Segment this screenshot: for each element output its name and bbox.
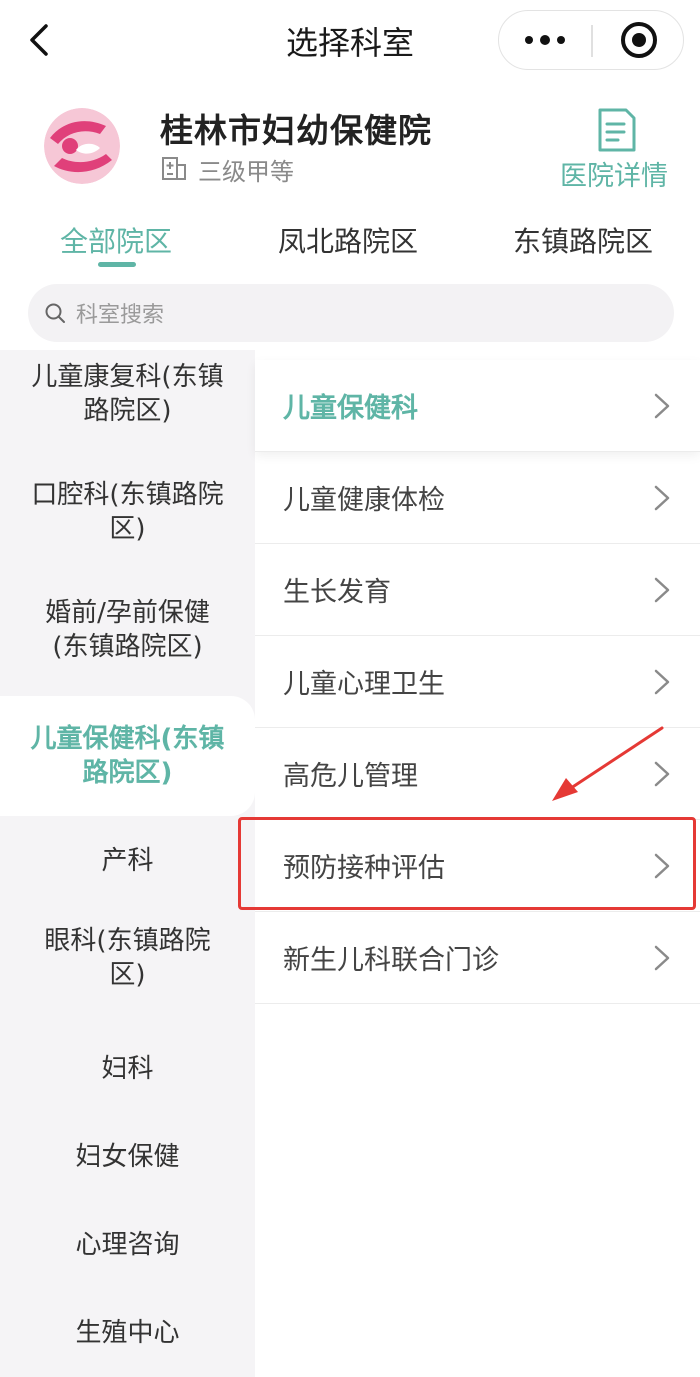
tab-all-campuses[interactable]: 全部院区 <box>60 220 172 260</box>
department-label: 产科 <box>101 846 154 876</box>
chevron-right-icon <box>654 669 670 695</box>
department-label: 心理咨询 <box>75 1230 180 1260</box>
department-label: 婚前/孕前保健(东镇路院区) <box>45 598 210 662</box>
department-item[interactable]: 婚前/孕前保健(东镇路院区) <box>0 580 255 680</box>
chevron-right-icon <box>654 945 670 971</box>
document-icon <box>598 108 636 152</box>
active-tab-indicator <box>98 262 136 267</box>
sub-department-item[interactable]: 生长发育 <box>255 544 700 636</box>
hospital-detail-button[interactable]: 医院详情 <box>556 106 680 196</box>
department-item[interactable]: 产科 <box>0 830 255 892</box>
department-item[interactable]: 生殖中心 <box>0 1302 255 1364</box>
sub-department-list: 儿童保健科 儿童健康体检 生长发育 儿童心理卫生 高危儿管理 预防接种评估 新生… <box>255 350 700 1377</box>
sub-department-label: 高危儿管理 <box>283 761 418 792</box>
hospital-detail-label: 医院详情 <box>560 161 668 192</box>
department-item[interactable]: 口腔科(东镇路院区) <box>0 462 255 562</box>
hospital-header: 桂林市妇幼保健院 三级甲等 医院详情 <box>0 80 700 208</box>
department-search-input[interactable]: 科室搜索 <box>28 284 674 342</box>
chevron-right-icon <box>654 577 670 603</box>
sub-department-label: 儿童保健科 <box>283 393 418 424</box>
sub-department-item-active[interactable]: 儿童保健科 <box>255 360 700 452</box>
department-label: 口腔科(东镇路院区) <box>31 480 224 544</box>
search-icon <box>45 303 65 323</box>
department-label: 妇女保健 <box>75 1142 180 1172</box>
mini-program-capsule <box>498 10 684 70</box>
hospital-grade: 三级甲等 <box>198 158 294 186</box>
chevron-right-icon <box>654 853 670 879</box>
nav-bar: 选择科室 <box>0 0 700 80</box>
sub-department-label: 儿童健康体检 <box>283 485 445 516</box>
department-label: 生殖中心 <box>75 1318 180 1348</box>
tab-fengbei-campus[interactable]: 凤北路院区 <box>278 220 418 260</box>
department-label: 眼科(东镇路院区) <box>44 926 211 990</box>
department-item[interactable]: 妇科 <box>0 1038 255 1100</box>
chevron-right-icon <box>654 485 670 511</box>
sub-department-label: 新生儿科联合门诊 <box>283 945 499 976</box>
sub-department-item-vaccination[interactable]: 预防接种评估 <box>255 820 700 912</box>
department-item-active[interactable]: 儿童保健科(东镇路院区) <box>0 696 255 816</box>
tab-dongzhen-campus[interactable]: 东镇路院区 <box>513 220 653 260</box>
department-item[interactable]: 儿童康复科(东镇路院区) <box>0 350 255 444</box>
department-list: 儿童康复科(东镇路院区) 口腔科(东镇路院区) 婚前/孕前保健(东镇路院区) 儿… <box>0 350 255 1377</box>
sub-department-label: 儿童心理卫生 <box>283 669 445 700</box>
chevron-right-icon <box>654 761 670 787</box>
department-item[interactable]: 眼科(东镇路院区) <box>0 908 255 1008</box>
sub-department-item[interactable]: 高危儿管理 <box>255 728 700 820</box>
close-mini-program-icon[interactable] <box>621 22 657 58</box>
search-placeholder: 科室搜索 <box>76 303 165 328</box>
department-label: 妇科 <box>101 1054 154 1084</box>
more-options-icon[interactable] <box>499 11 591 69</box>
department-label: 儿童保健科(东镇路院区) <box>30 724 225 788</box>
sub-department-label: 预防接种评估 <box>283 853 445 884</box>
hospital-name: 桂林市妇幼保健院 <box>160 111 432 150</box>
hospital-logo <box>44 108 120 184</box>
campus-tabs: 全部院区 凤北路院区 东镇路院区 <box>0 208 700 278</box>
capsule-divider <box>591 25 593 57</box>
hospital-building-icon <box>162 157 186 180</box>
sub-department-item[interactable]: 儿童健康体检 <box>255 452 700 544</box>
sub-department-item[interactable]: 儿童心理卫生 <box>255 636 700 728</box>
sub-department-item[interactable]: 新生儿科联合门诊 <box>255 912 700 1004</box>
department-label: 儿童康复科(东镇路院区) <box>31 362 224 426</box>
sub-department-label: 生长发育 <box>283 577 391 608</box>
department-item[interactable]: 心理咨询 <box>0 1214 255 1276</box>
department-item[interactable]: 妇女保健 <box>0 1126 255 1188</box>
chevron-right-icon <box>654 393 670 419</box>
